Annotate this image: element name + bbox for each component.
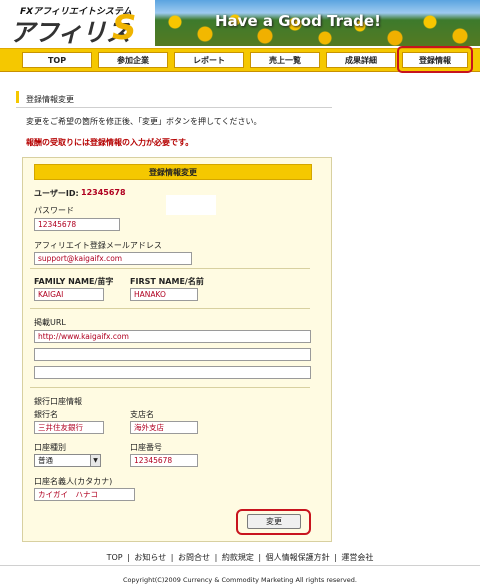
title-divider (16, 107, 332, 108)
footer-links: TOP | お知らせ | お問合せ | 約款規定 | 個人情報保護方針 | 運営… (0, 552, 480, 563)
footer-separator: | (258, 553, 262, 562)
footer-separator: | (170, 553, 174, 562)
blank-area (166, 195, 216, 215)
password-field[interactable]: 12345678 (34, 218, 120, 231)
instruction-text: 変更をご希望の箇所を修正後、「変更」ボタンを押してください。 (26, 117, 262, 126)
email-label: アフィリエイト登録メールアドレス (34, 241, 162, 250)
branch-field[interactable]: 海外支店 (130, 421, 198, 434)
user-id-value: 12345678 (81, 188, 126, 197)
banner-slogan: Have a Good Trade! (215, 12, 381, 30)
footer-separator: | (214, 553, 218, 562)
account-type-label: 口座種別 (34, 443, 66, 452)
url-field-3[interactable] (34, 366, 311, 379)
form-divider (30, 387, 310, 388)
logo-swoosh-icon: S (112, 8, 137, 48)
url-label: 掲載URL (34, 318, 66, 327)
account-type-selected: 普通 (38, 456, 53, 465)
copyright-text: Copyright(C)2009 Currency & Commodity Ma… (123, 576, 357, 584)
active-nav-highlight (397, 46, 473, 73)
bank-section-label: 銀行口座情報 (34, 397, 82, 406)
user-id-label: ユーザーID: (34, 189, 79, 198)
form-divider (30, 308, 310, 309)
nav-partners[interactable]: 参加企業 (98, 52, 168, 68)
nav-sales-list[interactable]: 売上一覧 (250, 52, 320, 68)
submit-button[interactable]: 変更 (247, 514, 301, 529)
account-holder-label: 口座名義人(カタカナ) (34, 477, 113, 486)
page-title: 登録情報変更 (26, 95, 74, 104)
family-name-label: FAMILY NAME/苗字 (34, 277, 114, 286)
footer-link-top[interactable]: TOP (107, 553, 123, 562)
first-name-label: FIRST NAME/名前 (130, 277, 204, 286)
password-label: パスワード (34, 206, 74, 215)
title-accent-bar (16, 91, 19, 103)
footer-link-terms[interactable]: 約款規定 (222, 553, 254, 562)
chevron-down-icon[interactable]: ▼ (90, 455, 100, 466)
bank-name-field[interactable]: 三井住友銀行 (34, 421, 104, 434)
footer-separator: | (334, 553, 337, 562)
form-divider (30, 268, 310, 269)
url-field-1[interactable]: http://www.kaigaifx.com (34, 330, 311, 343)
footer-link-contact[interactable]: お問合せ (178, 553, 210, 562)
branch-label: 支店名 (130, 410, 154, 419)
url-field-2[interactable] (34, 348, 311, 361)
nav-report[interactable]: レポート (174, 52, 244, 68)
account-holder-field[interactable]: カイガイ ハナコ (34, 488, 135, 501)
family-name-field[interactable]: KAIGAI (34, 288, 104, 301)
warning-text: 報酬の受取りには登録情報の入力が必要です。 (26, 138, 194, 147)
nav-top[interactable]: TOP (22, 52, 92, 68)
footer-separator: | (127, 553, 130, 562)
account-type-select[interactable]: 普通 ▼ (34, 454, 101, 467)
nav-results-detail[interactable]: 成果詳細 (326, 52, 396, 68)
email-field[interactable]: support@kaigaifx.com (34, 252, 192, 265)
footer-divider (0, 565, 480, 566)
footer-link-privacy[interactable]: 個人情報保護方針 (266, 553, 330, 562)
first-name-field[interactable]: HANAKO (130, 288, 198, 301)
account-number-label: 口座番号 (130, 443, 162, 452)
bank-name-label: 銀行名 (34, 410, 58, 419)
footer-link-news[interactable]: お知らせ (134, 553, 166, 562)
account-number-field[interactable]: 12345678 (130, 454, 198, 467)
form-header: 登録情報変更 (34, 164, 312, 180)
footer-link-company[interactable]: 運営会社 (341, 553, 373, 562)
